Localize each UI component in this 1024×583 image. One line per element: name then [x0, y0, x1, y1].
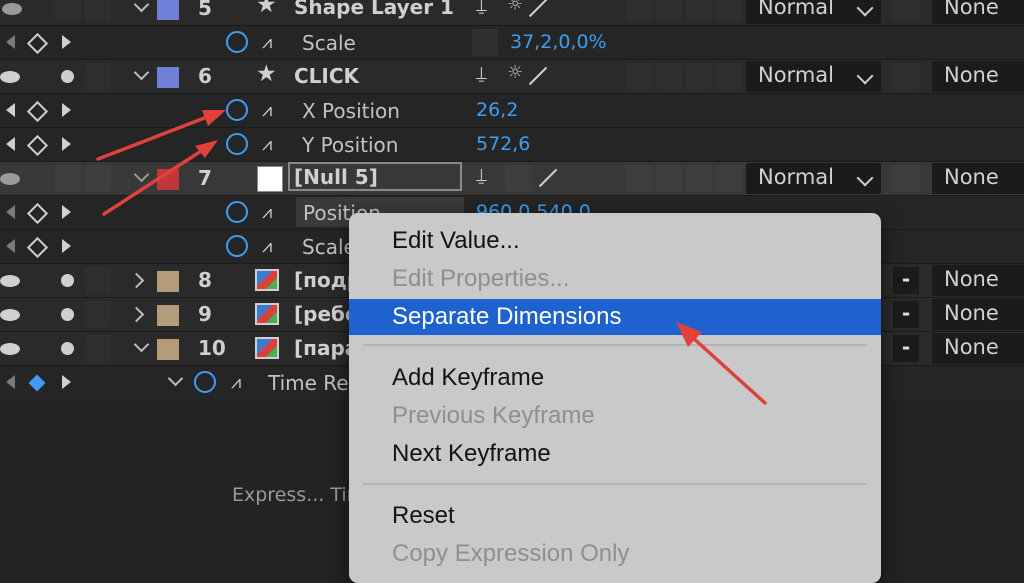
annotation-arrow-y-position: [102, 142, 214, 216]
arrowhead-y-position: [195, 140, 218, 158]
arrowhead-x-position: [202, 110, 226, 126]
annotation-arrows: [96, 110, 767, 405]
